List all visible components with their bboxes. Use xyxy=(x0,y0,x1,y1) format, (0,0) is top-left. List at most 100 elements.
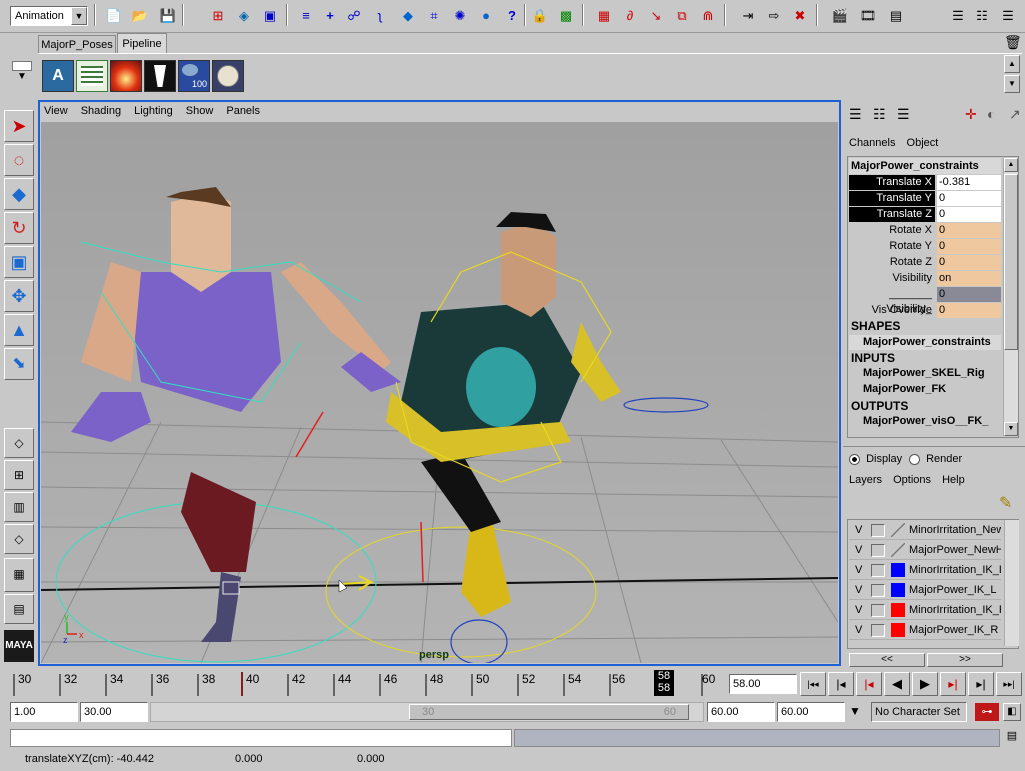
layer-playback-toggle[interactable] xyxy=(871,524,885,537)
step-forward-key-icon[interactable]: ▸| xyxy=(940,672,966,696)
layer-visibility-toggle[interactable]: V xyxy=(855,584,862,596)
auto-key-icon[interactable]: ⊶ xyxy=(975,703,999,721)
start-time-field[interactable]: 1.00 xyxy=(10,702,78,722)
layer-row[interactable]: V MinorIrritation_IK_R xyxy=(849,601,1001,620)
sphere-icon[interactable]: ◐ xyxy=(987,106,995,122)
menu-layers[interactable]: Layers xyxy=(849,474,882,486)
channel-value[interactable]: -0.381 xyxy=(937,175,1001,190)
shelf-button-suit-icon[interactable] xyxy=(144,60,176,92)
render-frame-icon[interactable]: 🎬 xyxy=(830,5,850,25)
layer-scroll-right[interactable]: >> xyxy=(927,653,1003,667)
go-to-start-icon[interactable]: |◂◂ xyxy=(800,672,826,696)
scroll-down-icon[interactable]: ▼ xyxy=(1004,422,1018,436)
channel-row[interactable]: Translate Y 0 xyxy=(849,191,1001,206)
play-backwards-icon[interactable]: ◀ xyxy=(884,672,910,696)
shelf-button-character-icon[interactable]: A xyxy=(42,60,74,92)
save-scene-icon[interactable]: 💾 xyxy=(158,5,178,25)
channel-row[interactable]: Vis Override 0 xyxy=(849,303,1001,318)
menu-show[interactable]: Show xyxy=(186,105,214,117)
layer-color-swatch[interactable] xyxy=(891,603,905,617)
playback-end-field[interactable]: 60.00 xyxy=(707,702,775,722)
select-deformations-icon[interactable]: ⌗ xyxy=(424,5,444,25)
layer-row[interactable]: V MajorPower_IK_L xyxy=(849,581,1001,600)
select-dynamics-icon[interactable]: ✺ xyxy=(450,5,470,25)
menu-object[interactable]: Object xyxy=(907,137,939,149)
menu-view[interactable]: View xyxy=(44,105,68,117)
scroll-thumb[interactable] xyxy=(1004,174,1018,350)
channel-scrollbar[interactable]: ▲ ▼ xyxy=(1003,158,1018,436)
scale-tool-icon[interactable]: ▣ xyxy=(4,246,34,278)
select-curves-icon[interactable]: ◆ xyxy=(398,5,418,25)
channel-value[interactable]: on xyxy=(937,271,1001,286)
display-radio[interactable]: Display xyxy=(849,453,902,465)
time-slider[interactable]: 30 32 34 36 38 40 42 44 46 48 50 52 54 5… xyxy=(10,668,723,698)
viewport-panel[interactable]: View Shading Lighting Show Panels y z x … xyxy=(38,100,841,666)
range-slider-track[interactable]: 30 60 xyxy=(150,702,704,722)
scroll-up-icon[interactable]: ▲ xyxy=(1004,158,1018,172)
lasso-tool-icon[interactable]: ◌ xyxy=(4,144,34,176)
show-hide-attribute-editor-icon[interactable]: ☰ xyxy=(948,5,968,25)
layout-single-pane-icon[interactable]: ◇ xyxy=(4,428,34,458)
step-forward-frame-icon[interactable]: ▸| xyxy=(968,672,994,696)
shelf-tab-majorp-poses[interactable]: MajorP_Poses xyxy=(38,35,116,53)
snap-view-plane-icon[interactable]: ⧉ xyxy=(672,5,692,25)
step-back-frame-icon[interactable]: |◂ xyxy=(828,672,854,696)
animation-preferences-icon[interactable]: ◧ xyxy=(1003,703,1021,721)
layer-playback-toggle[interactable] xyxy=(871,624,885,637)
mask-menu-icon[interactable]: ≡ xyxy=(296,5,316,25)
layer-playback-toggle[interactable] xyxy=(871,544,885,557)
select-joints-icon[interactable]: ʅ xyxy=(370,5,390,25)
playback-start-field[interactable]: 30.00 xyxy=(80,702,148,722)
render-globals-icon[interactable]: ▤ xyxy=(886,5,906,25)
layer-color-swatch[interactable] xyxy=(891,623,905,637)
menu-shading[interactable]: Shading xyxy=(81,105,121,117)
shelf-scroll-down[interactable]: ▼ xyxy=(1004,75,1020,93)
new-scene-icon[interactable]: 📄 xyxy=(104,5,124,25)
menu-options[interactable]: Options xyxy=(893,474,931,486)
current-time-field[interactable]: 58.00 xyxy=(729,674,797,694)
layer-visibility-toggle[interactable]: V xyxy=(855,524,862,536)
input-ops-icon[interactable]: ⇥ xyxy=(738,5,758,25)
render-radio[interactable]: Render xyxy=(909,453,962,465)
command-line-input[interactable] xyxy=(10,729,512,747)
channel-value[interactable]: 0 xyxy=(937,287,1001,302)
layer-row[interactable]: V MajorPower_IK_R xyxy=(849,621,1001,640)
current-frame-marker[interactable]: 58 58 xyxy=(654,670,674,696)
layer-playback-toggle[interactable] xyxy=(871,604,885,617)
channel-row[interactable]: Translate Z 0 xyxy=(849,207,1001,222)
channel-row[interactable]: _______ Visibility_ 0 xyxy=(849,287,1001,315)
layer-playback-toggle[interactable] xyxy=(871,584,885,597)
layer-row[interactable]: V MinorIrritation_IK_L xyxy=(849,561,1001,580)
highlight-selection-icon[interactable]: ▩ xyxy=(556,5,576,25)
layer-row[interactable]: V MinorIrritation_New xyxy=(849,521,1001,540)
layer-visibility-toggle[interactable]: V xyxy=(855,544,862,556)
layer-row[interactable]: V MajorPower_NewH xyxy=(849,541,1001,560)
layer-scroll-left[interactable]: << xyxy=(849,653,925,667)
output-item[interactable]: MajorPower_visO__FK_ xyxy=(863,415,988,427)
channel-row[interactable]: Visibility on xyxy=(849,271,1001,286)
layout-persp-outliner-icon[interactable]: ▥ xyxy=(4,492,34,522)
shelf-button-list-icon[interactable] xyxy=(76,60,108,92)
shelf-button-blob-icon[interactable]: 100 xyxy=(178,60,210,92)
select-misc-icon[interactable]: ? xyxy=(502,5,522,25)
channel-row[interactable]: Translate X -0.381 xyxy=(849,175,1001,190)
viewport-canvas[interactable]: y z x persp xyxy=(41,122,838,663)
layer-visibility-toggle[interactable]: V xyxy=(855,604,862,616)
snap-grid-icon[interactable]: ▦ xyxy=(594,5,614,25)
channel-layer-icon[interactable]: ☰ xyxy=(897,106,910,123)
lock-selection-icon[interactable]: 🔒 xyxy=(530,5,550,25)
channel-value[interactable]: 0 xyxy=(937,191,1001,206)
layer-editor-icon[interactable]: ☷ xyxy=(873,106,886,123)
layer-name[interactable]: MinorIrritation_IK_R xyxy=(909,604,1001,616)
layer-scrollbar[interactable] xyxy=(1004,520,1019,646)
mode-dropdown[interactable]: Animation ▼ xyxy=(10,6,88,26)
range-slider-bar[interactable]: 30 60 xyxy=(409,704,689,720)
play-forwards-icon[interactable]: ▶ xyxy=(912,672,938,696)
layout-persp-graph-icon[interactable]: ◇ xyxy=(4,524,34,554)
layer-color-swatch[interactable] xyxy=(891,563,905,577)
select-tool-icon[interactable]: ➤ xyxy=(4,110,34,142)
mask-all-icon[interactable]: + xyxy=(320,5,340,25)
snap-point-icon[interactable]: ↘ xyxy=(646,5,666,25)
open-scene-icon[interactable]: 📂 xyxy=(130,5,150,25)
select-handles-icon[interactable]: ☍ xyxy=(344,5,364,25)
